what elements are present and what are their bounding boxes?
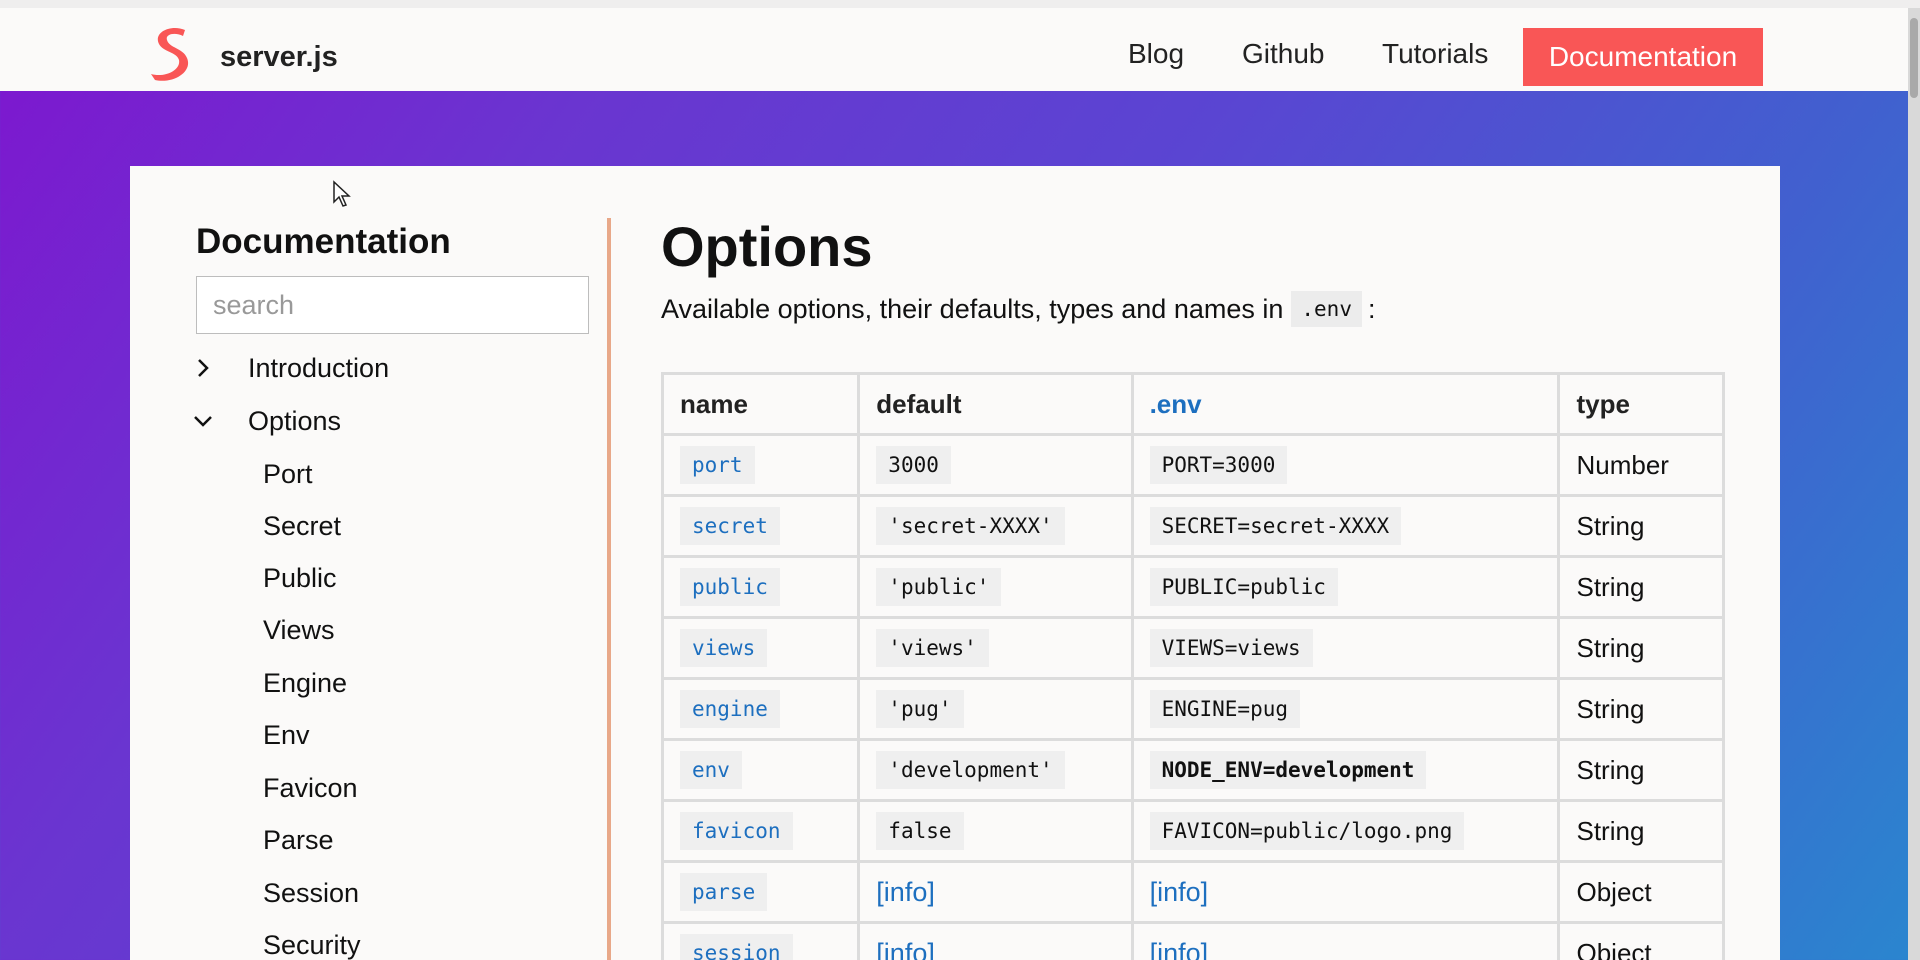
option-default: 'pug' <box>876 690 964 728</box>
option-default: 'views' <box>876 629 989 667</box>
sidebar-subitem-public[interactable]: Public <box>263 563 337 594</box>
intro-suffix: : <box>1367 293 1376 324</box>
option-default: 'secret-XXXX' <box>876 507 1065 545</box>
table-row: session [info] [info] Object <box>660 921 1725 960</box>
option-env: VIEWS=views <box>1149 629 1313 667</box>
sidebar-subitem-favicon[interactable]: Favicon <box>263 773 358 804</box>
table-row: env 'development' NODE_ENV=development S… <box>660 738 1725 802</box>
option-default: false <box>876 812 964 850</box>
page-title: Options <box>661 215 873 278</box>
options-table: name default .env type port 3000 PORT=30… <box>660 372 1725 960</box>
option-env: SECRET=secret-XXXX <box>1149 507 1402 545</box>
mouse-cursor-icon <box>333 180 351 207</box>
option-env: PORT=3000 <box>1149 446 1288 484</box>
option-type: String <box>1557 494 1725 558</box>
option-type: Number <box>1557 433 1725 497</box>
option-name-link[interactable]: parse <box>680 873 768 911</box>
option-name-link[interactable]: port <box>680 446 755 484</box>
header-type: type <box>1557 372 1725 436</box>
info-link[interactable]: [info] <box>1150 877 1209 907</box>
option-type: String <box>1557 616 1725 680</box>
table-row: views 'views' VIEWS=views String <box>660 616 1725 680</box>
option-env: FAVICON=public/logo.png <box>1149 812 1465 850</box>
brand-name[interactable]: server.js <box>220 41 338 74</box>
nav-github[interactable]: Github <box>1242 38 1325 70</box>
option-name-link[interactable]: env <box>680 751 742 789</box>
sidebar-subitem-secret[interactable]: Secret <box>263 511 341 542</box>
sidebar-item-introduction[interactable]: Introduction <box>248 353 389 384</box>
sidebar-subitem-parse[interactable]: Parse <box>263 825 334 856</box>
option-type: String <box>1557 555 1725 619</box>
intro-env-code: .env <box>1291 291 1362 327</box>
info-link[interactable]: [info] <box>876 938 935 960</box>
nav-blog[interactable]: Blog <box>1128 38 1184 70</box>
sidebar-subitem-engine[interactable]: Engine <box>263 668 347 699</box>
header-env-link[interactable]: .env <box>1130 372 1561 436</box>
scrollbar-thumb[interactable] <box>1910 18 1918 98</box>
search-input[interactable] <box>196 276 589 334</box>
table-header-row: name default .env type <box>660 372 1725 436</box>
option-default: 3000 <box>876 446 951 484</box>
header-default: default <box>857 372 1134 436</box>
chevron-right-icon[interactable] <box>193 358 213 378</box>
nav-tutorials[interactable]: Tutorials <box>1382 38 1488 70</box>
option-name-link[interactable]: public <box>680 568 780 606</box>
option-env: ENGINE=pug <box>1149 690 1301 728</box>
table-row: favicon false FAVICON=public/logo.png St… <box>660 799 1725 863</box>
option-name-link[interactable]: favicon <box>680 812 793 850</box>
table-row: parse [info] [info] Object <box>660 860 1725 924</box>
sidebar-divider <box>607 218 611 960</box>
option-name-link[interactable]: views <box>680 629 768 667</box>
option-type: String <box>1557 799 1725 863</box>
option-name-link[interactable]: session <box>680 934 793 960</box>
intro-text-label: Available options, their defaults, types… <box>661 293 1284 324</box>
page-scrollbar[interactable] <box>1908 8 1920 960</box>
sidebar-subitem-env[interactable]: Env <box>263 720 310 751</box>
serverjs-logo-icon[interactable] <box>145 24 197 82</box>
sidebar-subitem-session[interactable]: Session <box>263 878 359 909</box>
option-type: String <box>1557 677 1725 741</box>
sidebar-subitem-port[interactable]: Port <box>263 459 313 490</box>
sidebar-subitem-security[interactable]: Security <box>263 930 361 960</box>
option-name-link[interactable]: secret <box>680 507 780 545</box>
option-env: PUBLIC=public <box>1149 568 1338 606</box>
option-type: String <box>1557 738 1725 802</box>
sidebar-subitem-views[interactable]: Views <box>263 615 335 646</box>
sidebar-item-options[interactable]: Options <box>248 406 341 437</box>
option-default: 'development' <box>876 751 1065 789</box>
table-row: public 'public' PUBLIC=public String <box>660 555 1725 619</box>
table-row: secret 'secret-XXXX' SECRET=secret-XXXX … <box>660 494 1725 558</box>
table-row: port 3000 PORT=3000 Number <box>660 433 1725 497</box>
info-link[interactable]: [info] <box>1150 938 1209 960</box>
option-default: 'public' <box>876 568 1002 606</box>
table-row: engine 'pug' ENGINE=pug String <box>660 677 1725 741</box>
top-navbar: server.js Blog Github Tutorials Document… <box>0 0 1920 91</box>
option-name-link[interactable]: engine <box>680 690 780 728</box>
content-card: Documentation Introduction Options Port … <box>130 166 1780 960</box>
header-name: name <box>660 372 861 436</box>
option-env: NODE_ENV=development <box>1149 751 1427 789</box>
option-type: Object <box>1557 860 1725 924</box>
chevron-down-icon[interactable] <box>193 411 213 431</box>
sidebar-title: Documentation <box>196 222 451 261</box>
info-link[interactable]: [info] <box>876 877 935 907</box>
nav-documentation-button[interactable]: Documentation <box>1523 28 1763 86</box>
intro-text: Available options, their defaults, types… <box>661 291 1375 327</box>
option-type: Object <box>1557 921 1725 960</box>
